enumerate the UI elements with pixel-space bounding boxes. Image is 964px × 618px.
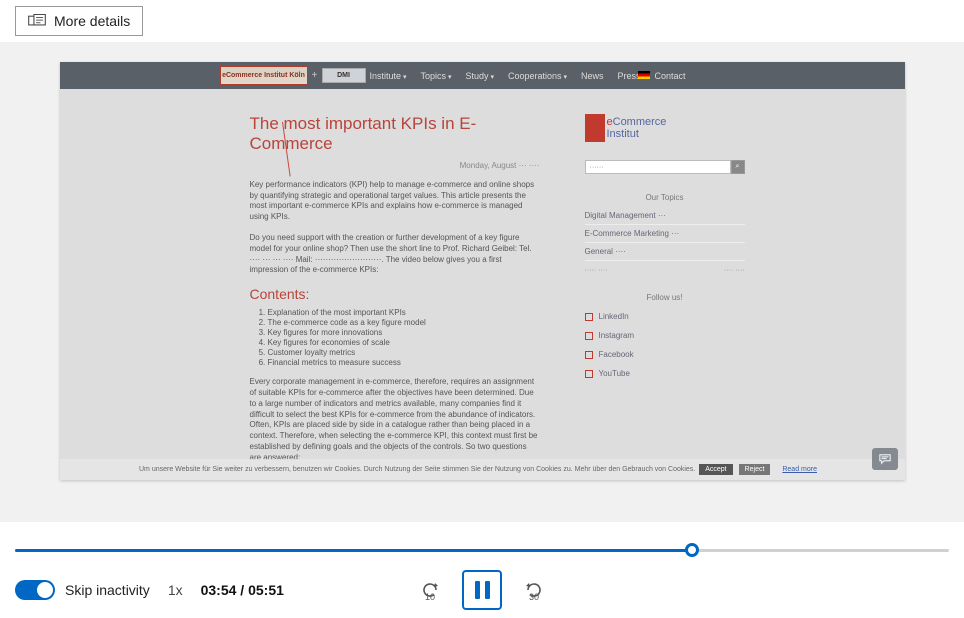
- nav-news[interactable]: News: [581, 71, 604, 81]
- time-total: 05:51: [248, 582, 284, 598]
- cookie-accept-button[interactable]: Accept: [699, 464, 732, 475]
- sidebar-date-left: ····· ····: [585, 267, 608, 274]
- feedback-bubble-button[interactable]: [872, 448, 898, 470]
- pause-button[interactable]: [462, 570, 502, 610]
- contents-item[interactable]: Key figures for more innovations: [268, 328, 540, 337]
- seek-thumb[interactable]: [685, 543, 699, 557]
- sidebar-logo[interactable]: eCommerce Institut: [585, 114, 735, 142]
- skip-forward-button[interactable]: 30: [524, 580, 544, 600]
- sidebar-search-button[interactable]: ⌕: [731, 160, 745, 174]
- skip-back-amount: 10: [420, 592, 440, 602]
- article-paragraph-1: Key performance indicators (KPI) help to…: [250, 180, 540, 223]
- flag-de-icon[interactable]: [638, 71, 650, 79]
- sidebar-search-input[interactable]: [585, 160, 731, 174]
- social-icon: [585, 370, 593, 378]
- nav-cooperations[interactable]: Cooperations: [508, 71, 567, 81]
- skip-inactivity-toggle[interactable]: [15, 580, 55, 600]
- time-display: 03:54 / 05:51: [201, 582, 284, 598]
- player-controls: Skip inactivity 1x 03:54 / 05:51 10 30: [0, 528, 964, 618]
- brand-logo-1[interactable]: eCommerce Institut Köln: [220, 66, 308, 85]
- sidebar-follow-heading: Follow us!: [585, 288, 745, 307]
- seek-fill: [15, 549, 692, 552]
- slide-navbar: eCommerce Institut Köln + DMI Institute …: [60, 62, 905, 89]
- cookie-banner: Um unsere Website für Sie weiter zu verb…: [60, 459, 905, 480]
- article-title: The most important KPIs in E-Commerce: [250, 114, 540, 155]
- contents-item[interactable]: Explanation of the most important KPIs: [268, 308, 540, 317]
- playback-speed-button[interactable]: 1x: [168, 582, 183, 598]
- brand-plus: +: [312, 70, 318, 81]
- article-date: Monday, August ··· ····: [250, 161, 540, 170]
- article-paragraph-2: Do you need support with the creation or…: [250, 233, 540, 276]
- nav-topics[interactable]: Topics: [421, 71, 452, 81]
- social-icon: [585, 351, 593, 359]
- nav-institute[interactable]: Institute: [370, 71, 407, 81]
- contents-item[interactable]: Financial metrics to measure success: [268, 358, 540, 367]
- sidebar-logo-bot: Institut: [607, 128, 639, 140]
- seek-bar[interactable]: [15, 543, 949, 557]
- more-details-label: More details: [54, 13, 130, 29]
- social-icon: [585, 332, 593, 340]
- chat-icon: [878, 453, 892, 465]
- follow-instagram[interactable]: Instagram: [585, 326, 745, 345]
- logo-square-icon: [585, 114, 605, 142]
- pause-icon: [475, 581, 490, 599]
- article-sidebar: eCommerce Institut ⌕ Our Topics Digital …: [585, 114, 745, 383]
- skip-back-button[interactable]: 10: [420, 580, 440, 600]
- sidebar-topic-link[interactable]: General ····: [585, 243, 745, 261]
- sidebar-topics-heading: Our Topics: [585, 188, 745, 207]
- nav-study[interactable]: Study: [465, 71, 493, 81]
- video-stage: eCommerce Institut Köln + DMI Institute …: [0, 42, 964, 522]
- sidebar-logo-top: Commerce: [613, 116, 667, 128]
- contents-item[interactable]: Key figures for economies of scale: [268, 338, 540, 347]
- recorded-slide: eCommerce Institut Köln + DMI Institute …: [60, 62, 905, 480]
- details-icon: [28, 14, 46, 28]
- cookie-reject-button[interactable]: Reject: [739, 464, 771, 475]
- cookie-text: Um unsere Website für Sie weiter zu verb…: [139, 466, 695, 473]
- cookie-readmore-link[interactable]: Read more: [776, 464, 823, 475]
- follow-linkedin[interactable]: LinkedIn: [585, 307, 745, 326]
- article-paragraph-3: Every corporate management in e-commerce…: [250, 377, 540, 463]
- time-current: 03:54: [201, 582, 237, 598]
- skip-forward-amount: 30: [524, 592, 544, 602]
- sidebar-topic-link[interactable]: Digital Management ···: [585, 207, 745, 225]
- skip-inactivity-label: Skip inactivity: [65, 582, 150, 598]
- sidebar-topic-link[interactable]: E-Commerce Marketing ···: [585, 225, 745, 243]
- follow-facebook[interactable]: Facebook: [585, 345, 745, 364]
- follow-youtube[interactable]: YouTube: [585, 364, 745, 383]
- contents-heading: Contents:: [250, 286, 540, 302]
- social-icon: [585, 313, 593, 321]
- article: The most important KPIs in E-Commerce Mo…: [250, 114, 540, 464]
- contents-item[interactable]: Customer loyalty metrics: [268, 348, 540, 357]
- sidebar-date-right: ···· ····: [724, 267, 745, 274]
- contents-list: Explanation of the most important KPIs T…: [268, 308, 540, 367]
- nav-contact[interactable]: Contact: [655, 71, 686, 81]
- more-details-button[interactable]: More details: [15, 6, 143, 36]
- contents-item[interactable]: The e-commerce code as a key figure mode…: [268, 318, 540, 327]
- brand-logo-2[interactable]: DMI: [322, 68, 366, 83]
- toggle-knob: [37, 582, 53, 598]
